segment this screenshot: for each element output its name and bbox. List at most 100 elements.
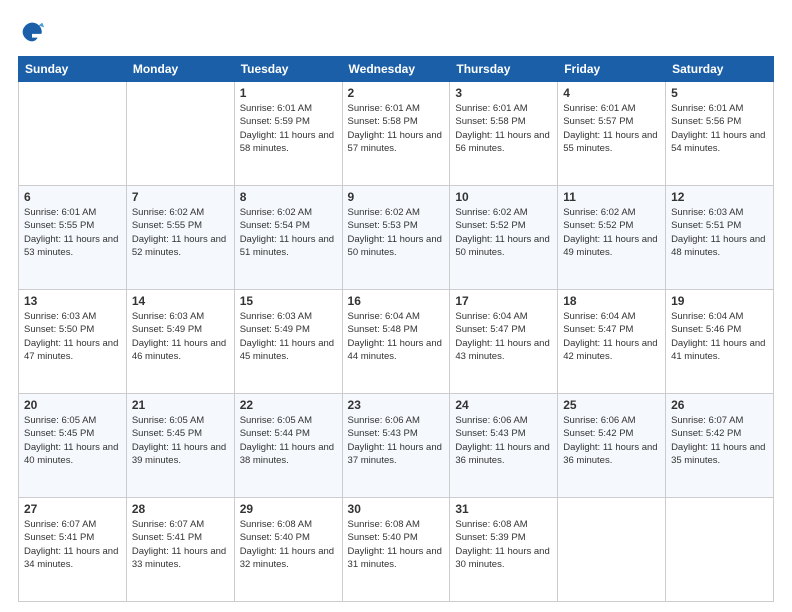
day-number: 18 [563, 294, 660, 308]
day-cell: 22 Sunrise: 6:05 AM Sunset: 5:44 PM Dayli… [234, 394, 342, 498]
week-row-5: 27 Sunrise: 6:07 AM Sunset: 5:41 PM Dayli… [19, 498, 774, 602]
day-info: Sunrise: 6:04 AM Sunset: 5:47 PM Dayligh… [455, 310, 552, 363]
calendar-table: SundayMondayTuesdayWednesdayThursdayFrid… [18, 56, 774, 602]
day-cell [666, 498, 774, 602]
day-cell: 4Sunrise: 6:01 AM Sunset: 5:57 PM Daylig… [558, 82, 666, 186]
day-cell [126, 82, 234, 186]
day-info: Sunrise: 6:08 AM Sunset: 5:40 PM Dayligh… [348, 518, 445, 571]
day-info: Sunrise: 6:04 AM Sunset: 5:47 PM Dayligh… [563, 310, 660, 363]
day-number: 22 [240, 398, 337, 412]
day-number: 30 [348, 502, 445, 516]
day-info: Sunrise: 6:02 AM Sunset: 5:54 PM Dayligh… [240, 206, 337, 259]
day-cell: 2Sunrise: 6:01 AM Sunset: 5:58 PM Daylig… [342, 82, 450, 186]
day-cell: 27 Sunrise: 6:07 AM Sunset: 5:41 PM Dayli… [19, 498, 127, 602]
day-cell: 13 Sunrise: 6:03 AM Sunset: 5:50 PM Dayli… [19, 290, 127, 394]
day-info: Sunrise: 6:01 AM Sunset: 5:58 PM Dayligh… [455, 102, 552, 155]
weekday-header-friday: Friday [558, 57, 666, 82]
day-cell: 30 Sunrise: 6:08 AM Sunset: 5:40 PM Dayli… [342, 498, 450, 602]
day-cell: 16 Sunrise: 6:04 AM Sunset: 5:48 PM Dayli… [342, 290, 450, 394]
day-cell: 1Sunrise: 6:01 AM Sunset: 5:59 PM Daylig… [234, 82, 342, 186]
weekday-header-sunday: Sunday [19, 57, 127, 82]
day-number: 21 [132, 398, 229, 412]
day-number: 9 [348, 190, 445, 204]
day-cell: 25Sunrise: 6:06 AM Sunset: 5:42 PM Dayli… [558, 394, 666, 498]
day-number: 27 [24, 502, 121, 516]
day-cell: 5 Sunrise: 6:01 AM Sunset: 5:56 PM Daylig… [666, 82, 774, 186]
day-number: 26 [671, 398, 768, 412]
day-cell: 29Sunrise: 6:08 AM Sunset: 5:40 PM Dayli… [234, 498, 342, 602]
logo [18, 18, 50, 46]
day-number: 23 [348, 398, 445, 412]
day-number: 28 [132, 502, 229, 516]
day-info: Sunrise: 6:05 AM Sunset: 5:45 PM Dayligh… [24, 414, 121, 467]
day-cell: 28 Sunrise: 6:07 AM Sunset: 5:41 PM Dayli… [126, 498, 234, 602]
day-number: 17 [455, 294, 552, 308]
weekday-header-monday: Monday [126, 57, 234, 82]
day-number: 12 [671, 190, 768, 204]
header [18, 18, 774, 46]
day-number: 19 [671, 294, 768, 308]
day-cell: 11 Sunrise: 6:02 AM Sunset: 5:52 PM Dayli… [558, 186, 666, 290]
day-number: 10 [455, 190, 552, 204]
day-number: 2 [348, 86, 445, 100]
day-info: Sunrise: 6:07 AM Sunset: 5:41 PM Dayligh… [132, 518, 229, 571]
day-info: Sunrise: 6:02 AM Sunset: 5:52 PM Dayligh… [455, 206, 552, 259]
week-row-1: 1Sunrise: 6:01 AM Sunset: 5:59 PM Daylig… [19, 82, 774, 186]
weekday-header-saturday: Saturday [666, 57, 774, 82]
day-cell: 8 Sunrise: 6:02 AM Sunset: 5:54 PM Daylig… [234, 186, 342, 290]
day-cell: 9 Sunrise: 6:02 AM Sunset: 5:53 PM Daylig… [342, 186, 450, 290]
day-info: Sunrise: 6:03 AM Sunset: 5:49 PM Dayligh… [240, 310, 337, 363]
day-number: 31 [455, 502, 552, 516]
day-cell: 23Sunrise: 6:06 AM Sunset: 5:43 PM Dayli… [342, 394, 450, 498]
day-info: Sunrise: 6:03 AM Sunset: 5:50 PM Dayligh… [24, 310, 121, 363]
day-number: 5 [671, 86, 768, 100]
day-cell: 21 Sunrise: 6:05 AM Sunset: 5:45 PM Dayli… [126, 394, 234, 498]
day-cell: 15Sunrise: 6:03 AM Sunset: 5:49 PM Dayli… [234, 290, 342, 394]
day-number: 20 [24, 398, 121, 412]
day-info: Sunrise: 6:01 AM Sunset: 5:55 PM Dayligh… [24, 206, 121, 259]
day-number: 25 [563, 398, 660, 412]
day-number: 8 [240, 190, 337, 204]
day-number: 13 [24, 294, 121, 308]
day-number: 1 [240, 86, 337, 100]
day-cell [19, 82, 127, 186]
day-cell: 20 Sunrise: 6:05 AM Sunset: 5:45 PM Dayli… [19, 394, 127, 498]
day-cell: 12 Sunrise: 6:03 AM Sunset: 5:51 PM Dayli… [666, 186, 774, 290]
day-cell: 18 Sunrise: 6:04 AM Sunset: 5:47 PM Dayli… [558, 290, 666, 394]
day-info: Sunrise: 6:01 AM Sunset: 5:56 PM Dayligh… [671, 102, 768, 155]
day-info: Sunrise: 6:08 AM Sunset: 5:39 PM Dayligh… [455, 518, 552, 571]
weekday-header-thursday: Thursday [450, 57, 558, 82]
day-info: Sunrise: 6:02 AM Sunset: 5:52 PM Dayligh… [563, 206, 660, 259]
day-number: 6 [24, 190, 121, 204]
day-number: 16 [348, 294, 445, 308]
day-info: Sunrise: 6:01 AM Sunset: 5:57 PM Dayligh… [563, 102, 660, 155]
day-cell: 24Sunrise: 6:06 AM Sunset: 5:43 PM Dayli… [450, 394, 558, 498]
day-cell: 6 Sunrise: 6:01 AM Sunset: 5:55 PM Daylig… [19, 186, 127, 290]
day-info: Sunrise: 6:03 AM Sunset: 5:51 PM Dayligh… [671, 206, 768, 259]
day-number: 3 [455, 86, 552, 100]
day-info: Sunrise: 6:02 AM Sunset: 5:55 PM Dayligh… [132, 206, 229, 259]
weekday-header-row: SundayMondayTuesdayWednesdayThursdayFrid… [19, 57, 774, 82]
day-cell: 3 Sunrise: 6:01 AM Sunset: 5:58 PM Daylig… [450, 82, 558, 186]
day-cell: 10 Sunrise: 6:02 AM Sunset: 5:52 PM Dayli… [450, 186, 558, 290]
day-cell: 14Sunrise: 6:03 AM Sunset: 5:49 PM Dayli… [126, 290, 234, 394]
day-info: Sunrise: 6:07 AM Sunset: 5:41 PM Dayligh… [24, 518, 121, 571]
logo-icon [18, 18, 46, 46]
day-info: Sunrise: 6:05 AM Sunset: 5:45 PM Dayligh… [132, 414, 229, 467]
day-info: Sunrise: 6:04 AM Sunset: 5:46 PM Dayligh… [671, 310, 768, 363]
day-cell: 19 Sunrise: 6:04 AM Sunset: 5:46 PM Dayli… [666, 290, 774, 394]
weekday-header-wednesday: Wednesday [342, 57, 450, 82]
week-row-4: 20 Sunrise: 6:05 AM Sunset: 5:45 PM Dayli… [19, 394, 774, 498]
page: SundayMondayTuesdayWednesdayThursdayFrid… [0, 0, 792, 612]
day-cell: 26 Sunrise: 6:07 AM Sunset: 5:42 PM Dayli… [666, 394, 774, 498]
day-info: Sunrise: 6:03 AM Sunset: 5:49 PM Dayligh… [132, 310, 229, 363]
day-info: Sunrise: 6:04 AM Sunset: 5:48 PM Dayligh… [348, 310, 445, 363]
day-cell: 31 Sunrise: 6:08 AM Sunset: 5:39 PM Dayli… [450, 498, 558, 602]
day-number: 24 [455, 398, 552, 412]
day-info: Sunrise: 6:07 AM Sunset: 5:42 PM Dayligh… [671, 414, 768, 467]
day-number: 7 [132, 190, 229, 204]
day-info: Sunrise: 6:02 AM Sunset: 5:53 PM Dayligh… [348, 206, 445, 259]
day-info: Sunrise: 6:05 AM Sunset: 5:44 PM Dayligh… [240, 414, 337, 467]
day-number: 11 [563, 190, 660, 204]
day-cell: 17 Sunrise: 6:04 AM Sunset: 5:47 PM Dayli… [450, 290, 558, 394]
